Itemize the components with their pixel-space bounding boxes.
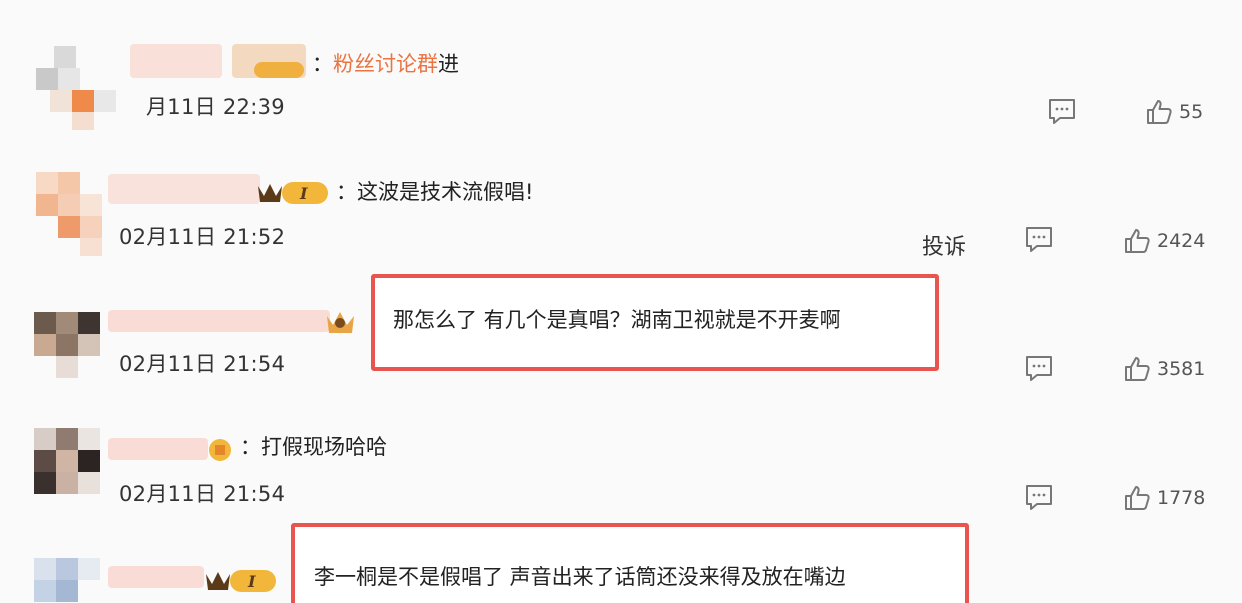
timestamp: 02月11日 21:54 xyxy=(119,482,286,506)
vip-badge xyxy=(206,436,234,464)
reply-button[interactable] xyxy=(1024,483,1054,511)
comment-prefix: ： xyxy=(336,180,357,204)
timestamp: 月11日 22:39 xyxy=(146,95,285,119)
report-button[interactable]: 投诉 xyxy=(922,229,966,261)
comment-text: 李一桐是不是假唱了 声音出来了话筒还没来得及放在嘴边 xyxy=(314,565,846,589)
reply-button[interactable] xyxy=(1024,354,1054,382)
thumbs-up-icon xyxy=(1123,484,1151,512)
comment-body: 这波是技术流假唱! xyxy=(357,180,534,204)
comment-text-rest: 进 xyxy=(438,52,459,76)
like-count: 3581 xyxy=(1157,358,1206,380)
like-count: 2424 xyxy=(1157,230,1206,252)
comment-bubble-icon xyxy=(1047,97,1077,125)
group-link[interactable]: 粉丝讨论群 xyxy=(333,52,438,76)
badge-level: I xyxy=(247,572,256,591)
like-button[interactable]: 55 xyxy=(1145,98,1203,126)
vip-badge xyxy=(232,44,306,78)
avatar[interactable] xyxy=(36,172,102,256)
username-blurred[interactable] xyxy=(130,44,222,78)
comment-prefix: ： xyxy=(312,52,333,76)
comment-text: 那怎么了 有几个是真唱？湖南卫视就是不开麦啊 xyxy=(393,308,841,332)
timestamp: 02月11日 21:52 xyxy=(119,225,286,249)
username-blurred[interactable] xyxy=(108,310,330,332)
reply-button[interactable] xyxy=(1047,97,1077,125)
comment-prefix: ： xyxy=(240,435,261,459)
like-count: 1778 xyxy=(1157,487,1206,509)
thumbs-up-icon xyxy=(1123,355,1151,383)
username-blurred[interactable] xyxy=(108,174,260,204)
vip-badge xyxy=(324,306,358,336)
vip-badge: I xyxy=(256,178,330,206)
avatar[interactable] xyxy=(34,298,100,378)
thumbs-up-icon xyxy=(1145,98,1173,126)
comment-text: ：粉丝讨论群进 xyxy=(312,50,459,78)
badge-level: I xyxy=(299,184,308,203)
avatar[interactable] xyxy=(34,558,100,603)
timestamp: 02月11日 21:54 xyxy=(119,352,286,376)
comment-text: ：打假现场哈哈 xyxy=(240,433,387,461)
comment-body: 打假现场哈哈 xyxy=(261,435,387,459)
like-count: 55 xyxy=(1179,101,1204,123)
reply-button[interactable] xyxy=(1024,225,1054,253)
avatar[interactable] xyxy=(34,428,100,494)
like-button[interactable]: 2424 xyxy=(1123,227,1205,255)
comment-list: ：粉丝讨论群进 月11日 22:39 55 I ：这波是技术流假唱! 02月11… xyxy=(0,0,1242,603)
avatar[interactable] xyxy=(36,46,116,130)
like-button[interactable]: 1778 xyxy=(1123,484,1205,512)
like-button[interactable]: 3581 xyxy=(1123,355,1205,383)
comment-bubble-icon xyxy=(1024,483,1054,511)
comment-bubble-icon xyxy=(1024,225,1054,253)
username-blurred[interactable] xyxy=(108,566,204,588)
vip-badge: I xyxy=(204,566,278,594)
thumbs-up-icon xyxy=(1123,227,1151,255)
comment-bubble-icon xyxy=(1024,354,1054,382)
username-blurred[interactable] xyxy=(108,438,208,460)
comment-text: ：这波是技术流假唱! xyxy=(336,178,533,206)
